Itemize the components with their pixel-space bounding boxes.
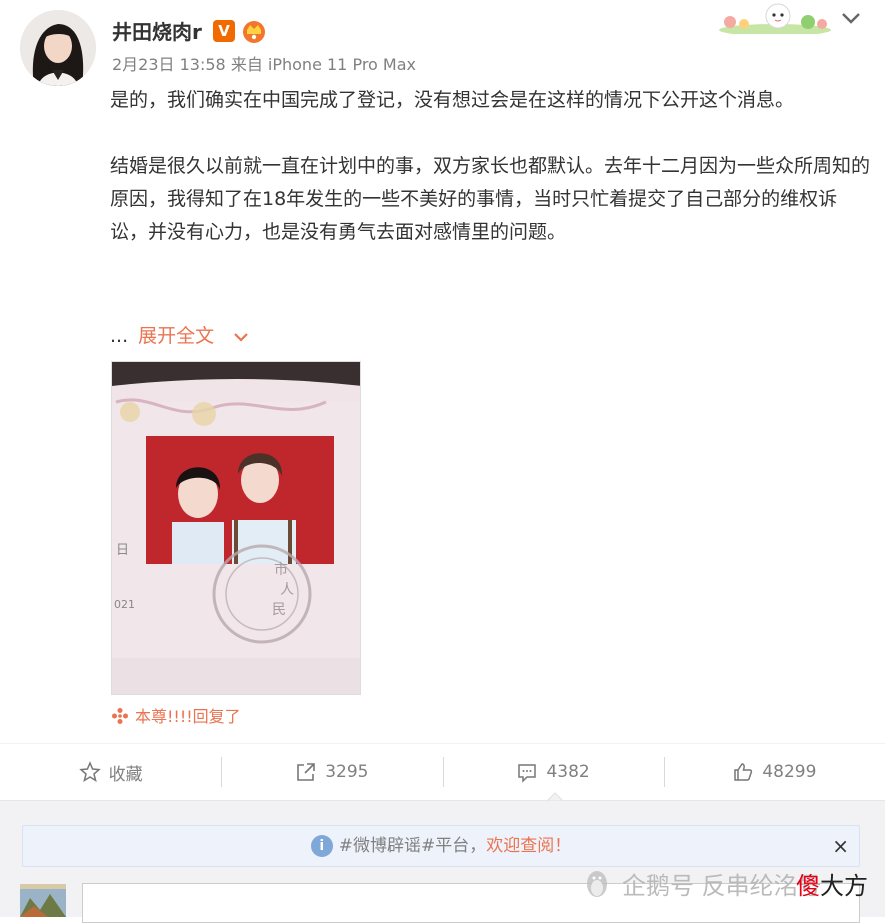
verified-badge-icon: V — [213, 20, 235, 42]
info-icon: i — [310, 835, 333, 857]
rumor-refute-notice: i #微博辟谣#平台，欢迎查阅！ × — [22, 825, 860, 867]
comment-icon — [518, 764, 537, 783]
photo-day-label: 日 — [116, 543, 129, 558]
watermark-brand: 傻大方 — [796, 866, 868, 906]
share-icon — [297, 763, 316, 781]
user-avatar[interactable] — [20, 10, 96, 86]
repost-count: 3295 — [325, 762, 369, 782]
comment-caret-icon — [547, 792, 563, 801]
like-count: 48299 — [762, 762, 817, 782]
current-user-avatar[interactable] — [20, 884, 66, 917]
reply-text[interactable]: 本尊!!!!回复了 — [135, 707, 241, 726]
username[interactable]: 井田烧肉r — [112, 20, 202, 44]
weibo-post-card: 井田烧肉r V 2月23日 13:58 来自 iPhone 11 Pro Max… — [0, 0, 885, 801]
post-image-marriage-certificate[interactable]: 日 021 市 人 民 — [111, 361, 361, 695]
post-content: 是的，我们确实在中国完成了登记，没有想过会是在这样的情况下公开这个消息。 结婚是… — [110, 84, 870, 282]
favorite-label: 收藏 — [108, 764, 143, 785]
thumbs-up-icon — [734, 763, 753, 781]
repost-button[interactable]: 3295 — [221, 755, 442, 789]
ellipsis: ... — [110, 325, 129, 347]
penguin-logo-icon — [587, 871, 607, 897]
post-meta: 2月23日 13:58 来自 iPhone 11 Pro Max — [112, 55, 416, 74]
flower-icon — [112, 708, 128, 724]
decorative-card-banner-icon — [719, 3, 831, 34]
favorite-button[interactable]: 收藏 — [0, 755, 221, 789]
photo-year-label: 021 — [114, 598, 135, 611]
close-icon[interactable]: × — [832, 826, 849, 866]
comment-count: 4382 — [546, 762, 590, 782]
comment-button[interactable]: 4382 — [442, 755, 664, 789]
watermark-brand-rest: 大方 — [820, 872, 868, 900]
stamp-char: 市 — [274, 561, 288, 578]
chevron-down-icon[interactable] — [838, 6, 864, 30]
stamp-char: 民 — [272, 602, 286, 618]
expand-full-text[interactable]: ... 展开全文 — [110, 322, 250, 350]
watermark: 企鹅号 反串纶洺号 傻大方 — [580, 866, 868, 906]
post-paragraph: 是的，我们确实在中国完成了登记，没有想过会是在这样的情况下公开这个消息。 — [110, 89, 795, 111]
action-bar: 收藏 3295 4382 48299 — [0, 743, 885, 801]
like-button[interactable]: 48299 — [663, 755, 885, 789]
notice-link[interactable]: 欢迎查阅！ — [486, 836, 571, 856]
stamp-char: 人 — [280, 582, 294, 598]
expand-chevron-icon[interactable] — [232, 331, 250, 343]
notice-text: #微博辟谣#平台， — [338, 836, 487, 856]
author-reply-notice[interactable]: 本尊!!!!回复了 — [111, 706, 241, 728]
expand-link[interactable]: 展开全文 — [138, 325, 214, 347]
crown-badge-icon — [243, 21, 265, 43]
watermark-brand-red: 傻 — [796, 872, 820, 900]
watermark-text: 企鹅号 反串纶洺号 — [622, 872, 822, 900]
post-paragraph: 结婚是很久以前就一直在计划中的事，双方家长也都默认。去年十二月因为一些众所周知的… — [110, 155, 871, 243]
star-icon — [78, 761, 101, 782]
